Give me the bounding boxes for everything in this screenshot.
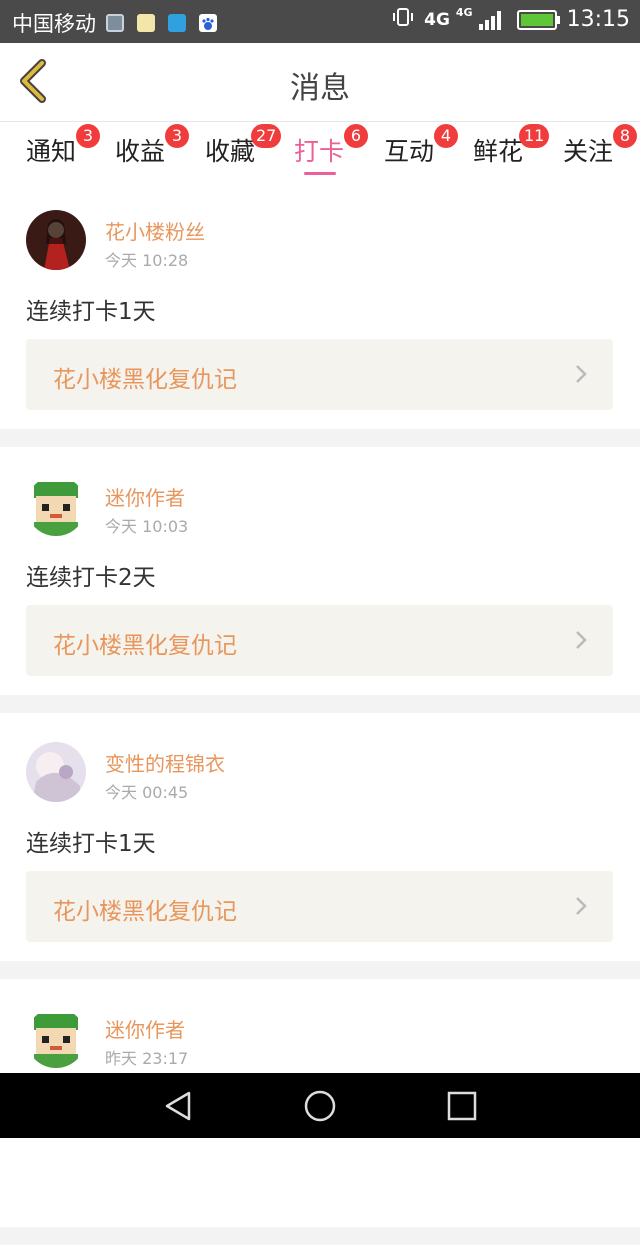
chevron-right-icon	[576, 365, 587, 383]
carrier-label: 中国移动	[12, 12, 96, 36]
top-header: 消息	[0, 43, 640, 121]
feed-card: 迷你作者 今天 10:03 连续打卡2天 花小楼黑化复仇记	[0, 447, 640, 695]
chat-bubble-icon	[137, 14, 155, 32]
book-link[interactable]: 花小楼黑化复仇记	[26, 339, 613, 410]
book-title: 花小楼黑化复仇记	[53, 367, 237, 393]
home-circle-icon[interactable]	[303, 1089, 337, 1123]
clock: 13:15	[566, 7, 630, 32]
timestamp: 今天 10:28	[105, 251, 189, 270]
tab-checkin[interactable]: 打卡 6	[294, 124, 368, 175]
back-triangle-icon[interactable]	[161, 1089, 195, 1123]
checkin-text: 连续打卡1天	[26, 299, 156, 325]
tab-earnings[interactable]: 收益 3	[115, 124, 189, 168]
network-type-label: 4G	[424, 9, 450, 30]
vibrate-icon	[392, 6, 414, 33]
tab-label: 鲜花	[473, 137, 524, 166]
avatar[interactable]	[26, 742, 86, 802]
book-link[interactable]: 花小楼黑化复仇记	[26, 605, 613, 676]
username-link[interactable]: 花小楼粉丝	[105, 216, 205, 245]
username-link[interactable]: 迷你作者	[105, 1014, 185, 1043]
timestamp: 今天 10:03	[105, 517, 189, 536]
avatar[interactable]	[26, 210, 86, 270]
chevron-right-icon	[576, 897, 587, 915]
network-type-small-label: 4G	[455, 6, 473, 19]
tab-label: 互动	[384, 137, 435, 166]
book-title: 花小楼黑化复仇记	[53, 899, 237, 925]
feed-card: 变性的程锦衣 今天 00:45 连续打卡1天 花小楼黑化复仇记	[0, 713, 640, 961]
system-nav-bar	[0, 1073, 640, 1138]
avatar[interactable]	[26, 476, 86, 536]
tab-label: 通知	[26, 137, 77, 166]
count-badge: 8	[613, 124, 637, 148]
count-badge: 3	[76, 124, 100, 148]
battery-icon	[516, 9, 560, 30]
checkin-text: 连续打卡2天	[26, 565, 156, 591]
username-link[interactable]: 变性的程锦衣	[105, 748, 225, 777]
chevron-right-icon	[576, 631, 587, 649]
signal-icon	[478, 10, 503, 30]
timestamp: 昨天 23:17	[105, 1049, 189, 1068]
tab-notifications[interactable]: 通知 3	[26, 124, 100, 168]
book-title: 花小楼黑化复仇记	[53, 633, 237, 659]
tab-following[interactable]: 关注 8	[563, 124, 637, 168]
count-badge: 11	[519, 124, 550, 148]
tab-label: 关注	[563, 137, 614, 166]
tab-label: 打卡	[294, 137, 345, 166]
page-title: 消息	[290, 71, 350, 106]
baidu-paw-icon	[199, 14, 217, 32]
checkin-text: 连续打卡1天	[26, 831, 156, 857]
tab-flowers[interactable]: 鲜花 11	[473, 124, 550, 168]
status-bar: 中国移动 4G 4G 13:15	[0, 0, 640, 43]
gallery-icon	[106, 14, 124, 32]
avatar[interactable]	[26, 1008, 86, 1068]
book-link[interactable]: 花小楼黑化复仇记	[26, 871, 613, 942]
feed-card: 花小楼粉丝 今天 10:28 连续打卡1天 花小楼黑化复仇记	[0, 181, 640, 429]
tab-favorites[interactable]: 收藏 27	[205, 124, 282, 168]
username-link[interactable]: 迷你作者	[105, 482, 185, 511]
count-badge: 6	[344, 124, 368, 148]
count-badge: 27	[251, 124, 282, 148]
count-badge: 3	[165, 124, 189, 148]
tab-interactions[interactable]: 互动 4	[384, 124, 458, 168]
count-badge: 4	[434, 124, 458, 148]
active-tab-indicator	[304, 172, 336, 175]
tab-label: 收益	[115, 137, 166, 166]
timestamp: 今天 00:45	[105, 783, 189, 802]
recents-square-icon[interactable]	[445, 1089, 479, 1123]
tab-label: 收藏	[205, 137, 256, 166]
message-icon	[168, 14, 186, 32]
tab-bar: 通知 3 收益 3 收藏 27 打卡 6 互动 4 鲜花 11 关注 8	[0, 121, 640, 182]
